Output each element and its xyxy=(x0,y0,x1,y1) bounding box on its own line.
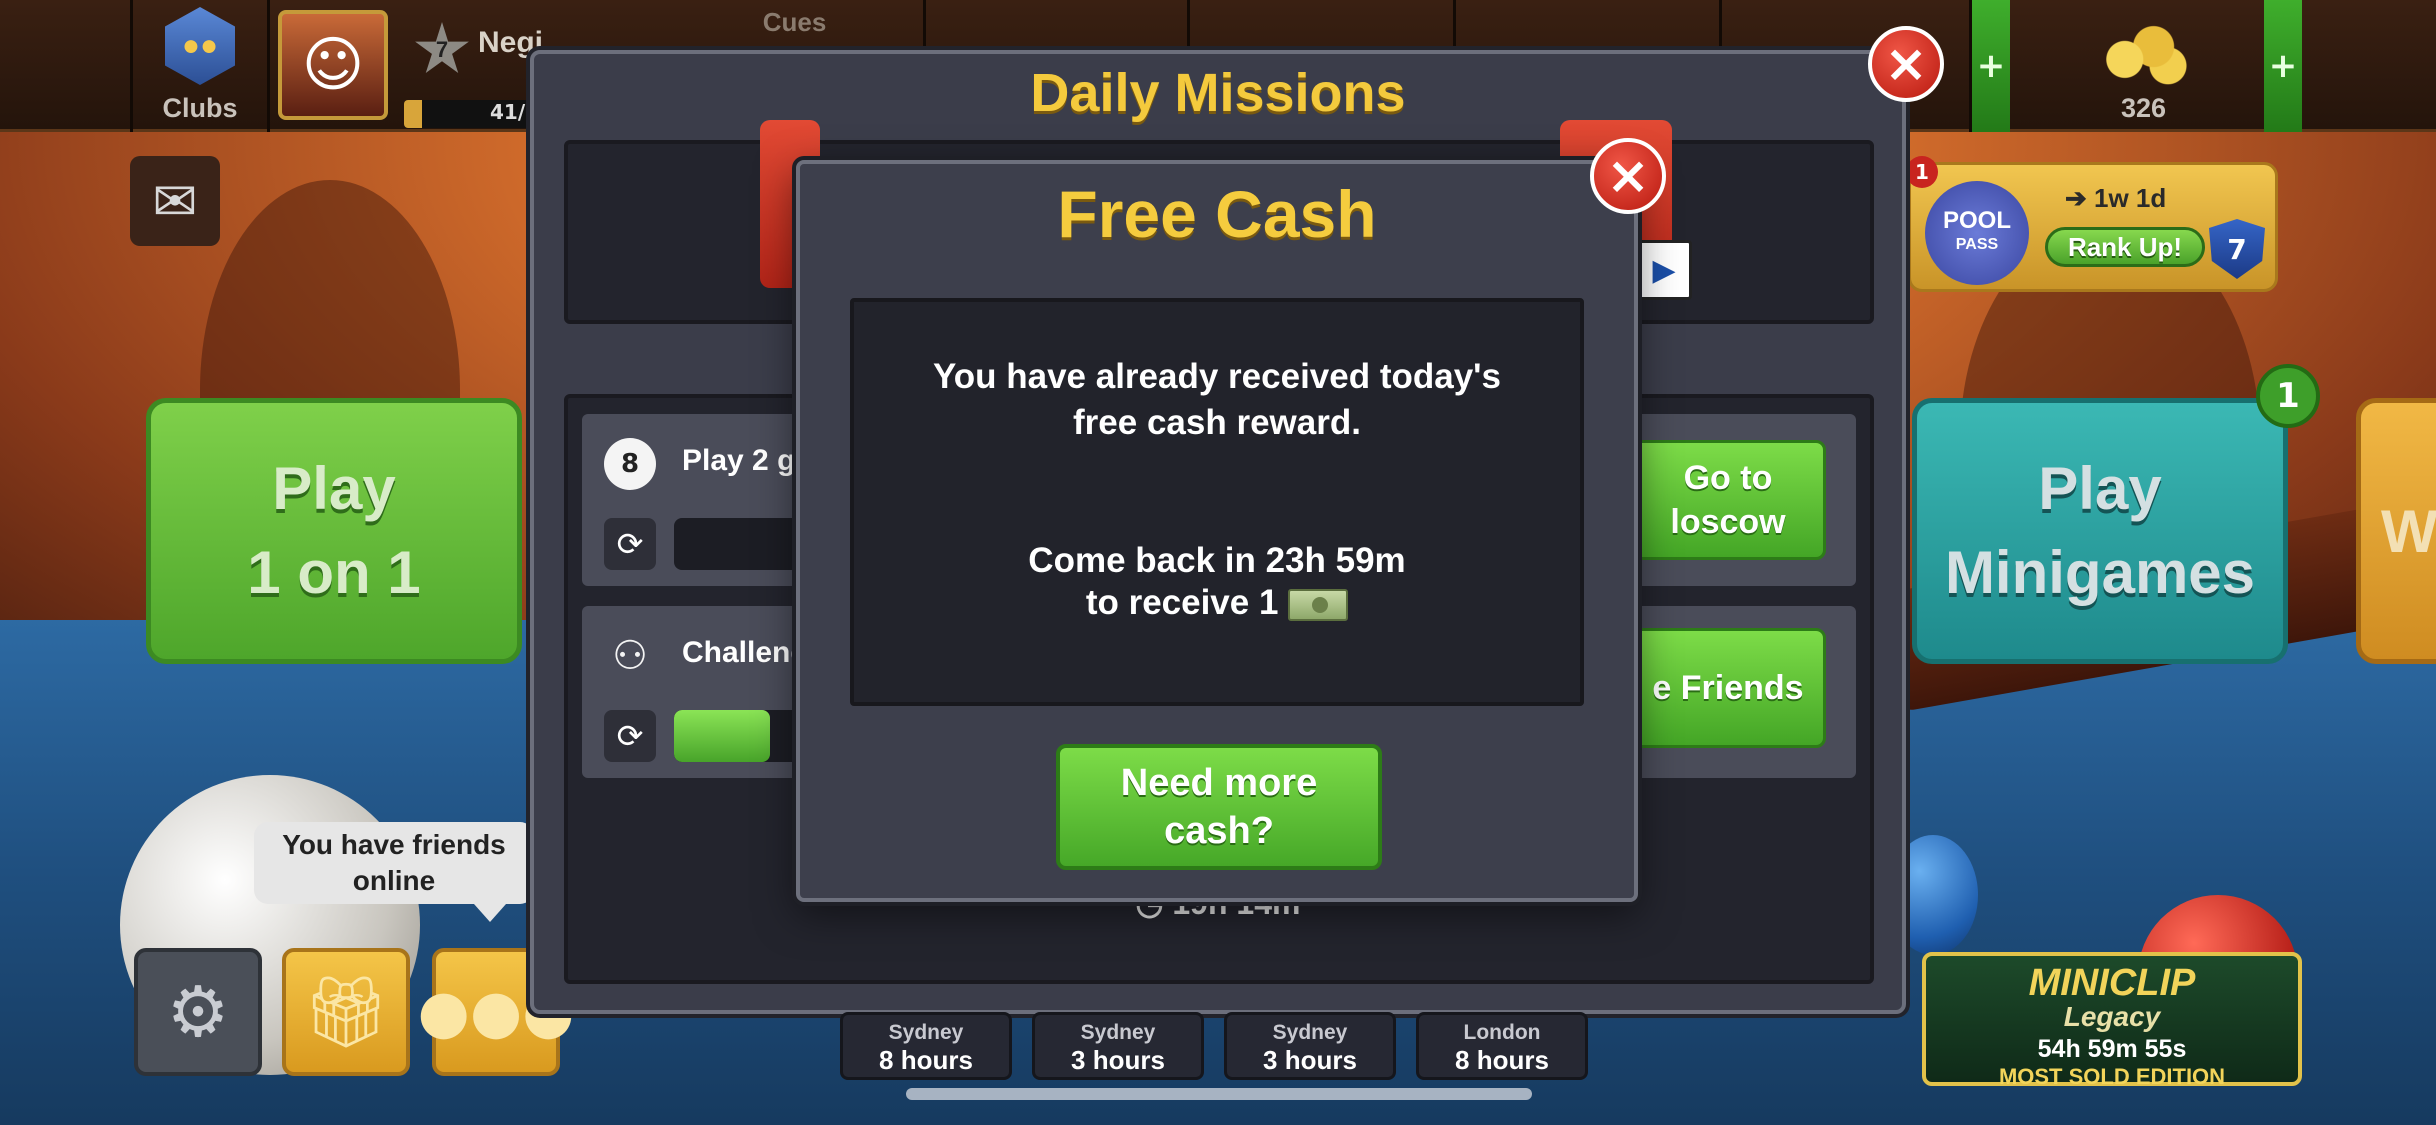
play-1on1-button[interactable]: Play 1 on 1 xyxy=(146,398,522,664)
mission-progress-fill xyxy=(674,710,770,762)
versus-icon: ⚇ xyxy=(612,633,648,679)
pass-notification-badge: 1 xyxy=(1906,156,1938,188)
pool-pass-line1: POOL xyxy=(1942,207,2011,234)
daily-missions-title: Daily Missions xyxy=(1030,63,1406,123)
clubs-label: Clubs xyxy=(162,93,238,123)
friends-online-line2: online xyxy=(352,865,436,896)
partial-tile-text: W xyxy=(2381,497,2436,565)
free-cash-title: Free Cash xyxy=(1057,177,1377,251)
minigames-badge: 1 xyxy=(2256,364,2320,428)
pool-pass-logo: POOL PASS xyxy=(1925,181,2029,285)
free-cash-message-line2: free cash reward. xyxy=(1073,403,1361,442)
pool-pass-line2: PASS xyxy=(1955,236,1999,253)
go-to-moscow-button[interactable]: Go to loscow xyxy=(1630,440,1826,560)
mission-label: Challeng xyxy=(682,636,809,669)
gift-icon: 🎁︎ xyxy=(301,970,391,1053)
pool-pass-banner[interactable]: POOL PASS ➔ 1w 1d Rank Up! 7 xyxy=(1908,162,2278,292)
mail-icon: ✉ xyxy=(152,169,198,233)
mail-button[interactable]: ✉ xyxy=(130,156,220,246)
play-minigames-button[interactable]: Play Minigames xyxy=(1912,398,2288,664)
city-button[interactable]: Sydney 8 hours xyxy=(840,1012,1012,1080)
refresh-icon[interactable]: ⟳ xyxy=(604,518,656,570)
city-name: Sydney xyxy=(888,1021,964,1044)
city-time: 8 hours xyxy=(1455,1045,1549,1075)
add-coins-label: + xyxy=(2268,46,2298,86)
city-buttons-row: Sydney 8 hours Sydney 3 hours Sydney 3 h… xyxy=(840,1012,1588,1080)
miniclip-legacy-offer[interactable]: MINICLIP Legacy 54h 59m 55s MOST SOLD ED… xyxy=(1922,952,2302,1089)
video-icon: ▶ xyxy=(1636,240,1692,300)
partial-tile-right[interactable]: W xyxy=(2356,398,2436,664)
free-cash-return-line2-wrap: to receive 1 xyxy=(874,582,1560,624)
city-time: 3 hours xyxy=(1263,1045,1357,1075)
add-cash-button[interactable]: + xyxy=(1972,0,2010,132)
clubs-button[interactable]: ●● Clubs xyxy=(130,0,270,132)
settings-button[interactable]: ⚙ xyxy=(134,948,262,1076)
play-1on1-label-line2: 1 on 1 xyxy=(247,539,421,606)
free-cash-message-line1: You have already received today's xyxy=(933,357,1501,396)
legacy-subtitle: Legacy xyxy=(2063,1001,2161,1032)
need-more-cash-button[interactable]: Need more cash? xyxy=(1056,744,1382,870)
need-more-cash-line1: Need more xyxy=(1120,762,1318,804)
refresh-icon[interactable]: ⟳ xyxy=(604,710,656,762)
clubs-icon: ●● xyxy=(165,7,235,85)
challenge-friends-button[interactable]: e Friends xyxy=(1630,628,1826,748)
city-time: 3 hours xyxy=(1071,1045,1165,1075)
legacy-title: MINICLIP xyxy=(2028,962,2196,1004)
legacy-timer: 54h 59m 55s xyxy=(2037,1035,2187,1063)
avatar[interactable]: ☺ xyxy=(278,10,388,120)
level-star-icon: 7 xyxy=(415,22,469,73)
free-cash-return-line2: to receive 1 xyxy=(1085,583,1279,622)
cash-icon xyxy=(1288,588,1349,621)
free-cash-close-button[interactable]: × xyxy=(1590,138,1666,214)
free-cash-message: You have already received today's free c… xyxy=(874,354,1560,446)
city-name: Sydney xyxy=(1272,1021,1348,1044)
close-icon: × xyxy=(1606,146,1650,206)
city-name: London xyxy=(1463,1021,1541,1044)
coins-display[interactable]: 326 xyxy=(2010,0,2280,132)
mission-button-line1: Go to xyxy=(1683,459,1773,497)
add-cash-label: + xyxy=(1976,46,2006,86)
free-cash-panel: Free Cash You have already received toda… xyxy=(796,160,1638,902)
rank-up-button[interactable]: Rank Up! xyxy=(2045,227,2205,267)
free-cash-message-box: You have already received today's free c… xyxy=(850,298,1584,706)
friends-online-line1: You have friends xyxy=(282,829,506,860)
friends-online-tooltip: You have friends online xyxy=(254,822,534,922)
need-more-cash-line2: cash? xyxy=(1164,810,1274,852)
daily-missions-close-button[interactable]: × xyxy=(1868,26,1944,102)
eight-ball-icon: 8 xyxy=(604,438,656,490)
city-button[interactable]: Sydney 3 hours xyxy=(1224,1012,1396,1080)
coins-icon xyxy=(2095,21,2192,85)
player-level: 7 xyxy=(435,37,449,62)
play-1on1-label-line1: Play xyxy=(272,455,396,522)
legacy-edition: MOST SOLD EDITION xyxy=(1998,1064,2226,1089)
city-button[interactable]: Sydney 3 hours xyxy=(1032,1012,1204,1080)
city-button[interactable]: London 8 hours xyxy=(1416,1012,1588,1080)
rank-shield-icon: 7 xyxy=(2209,219,2265,279)
gear-icon: ⚙ xyxy=(166,971,230,1053)
free-cash-return-message: Come back in 23h 59m to receive 1 xyxy=(874,540,1560,624)
cues-label: Cues xyxy=(762,7,827,37)
gift-button[interactable]: 🎁︎ xyxy=(282,948,410,1076)
coins-value: 326 xyxy=(2120,93,2167,123)
add-coins-button[interactable]: + xyxy=(2264,0,2302,132)
minigames-label-line1: Play xyxy=(2038,455,2162,522)
mission-label: Play 2 g xyxy=(682,444,796,477)
city-time: 8 hours xyxy=(879,1045,973,1075)
free-cash-return-line1: Come back in 23h 59m xyxy=(1028,541,1406,580)
city-name: Sydney xyxy=(1080,1021,1156,1044)
home-indicator[interactable] xyxy=(906,1088,1532,1100)
mission-button-line2: loscow xyxy=(1670,503,1786,541)
pass-timer: ➔ 1w 1d xyxy=(2065,183,2167,213)
close-icon: × xyxy=(1884,34,1928,94)
minigames-label-line2: Minigames xyxy=(1944,539,2256,606)
mission-button-line1: e Friends xyxy=(1652,669,1804,707)
